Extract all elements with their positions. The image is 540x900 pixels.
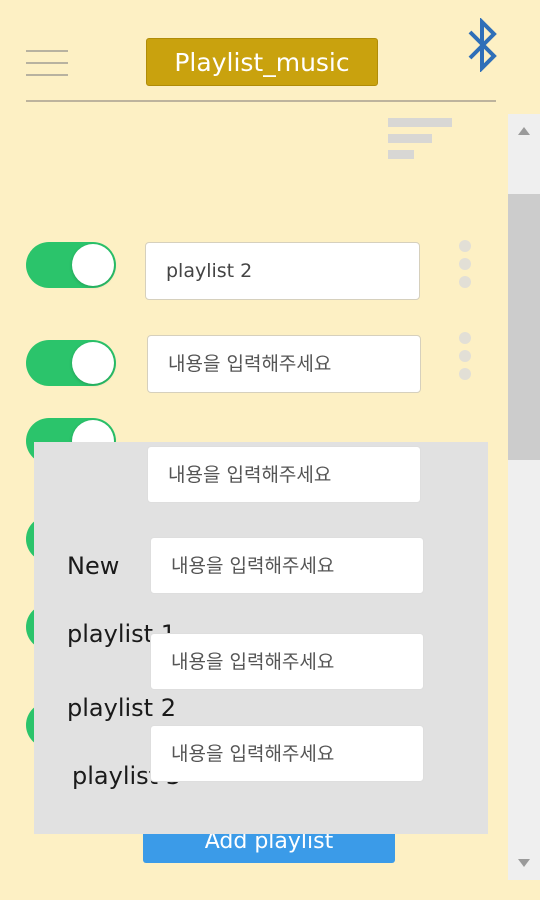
bluetooth-icon[interactable] [464,18,502,72]
playlist-name-input-2[interactable] [147,335,421,393]
toggle-knob [72,244,114,286]
header-divider [26,100,496,102]
hamburger-menu-icon[interactable] [26,50,68,76]
toggle-knob [72,342,114,384]
app-title: Playlist_music [146,38,378,86]
more-options-icon-1[interactable] [458,240,472,288]
scroll-up-arrow-icon[interactable] [508,114,540,148]
sort-icon[interactable] [388,118,454,160]
overlay-input-2[interactable] [150,537,424,594]
scroll-down-arrow-icon[interactable] [508,846,540,880]
overlay-name-playlist-2: playlist 2 [67,694,176,722]
playlist-name-input-1[interactable] [145,242,420,300]
overlay-input-4[interactable] [150,725,424,782]
playlist-toggle-2[interactable] [26,340,116,386]
playlist-overlay-panel: New playlist 1 playlist 2 playlist 3 [34,442,488,834]
more-options-icon-2[interactable] [458,332,472,380]
overlay-input-3[interactable] [150,633,424,690]
overlay-name-new: New [67,552,120,580]
scrollbar[interactable] [508,114,540,880]
playlist-toggle-1[interactable] [26,242,116,288]
scroll-thumb[interactable] [508,194,540,460]
overlay-input-1[interactable] [147,446,421,503]
